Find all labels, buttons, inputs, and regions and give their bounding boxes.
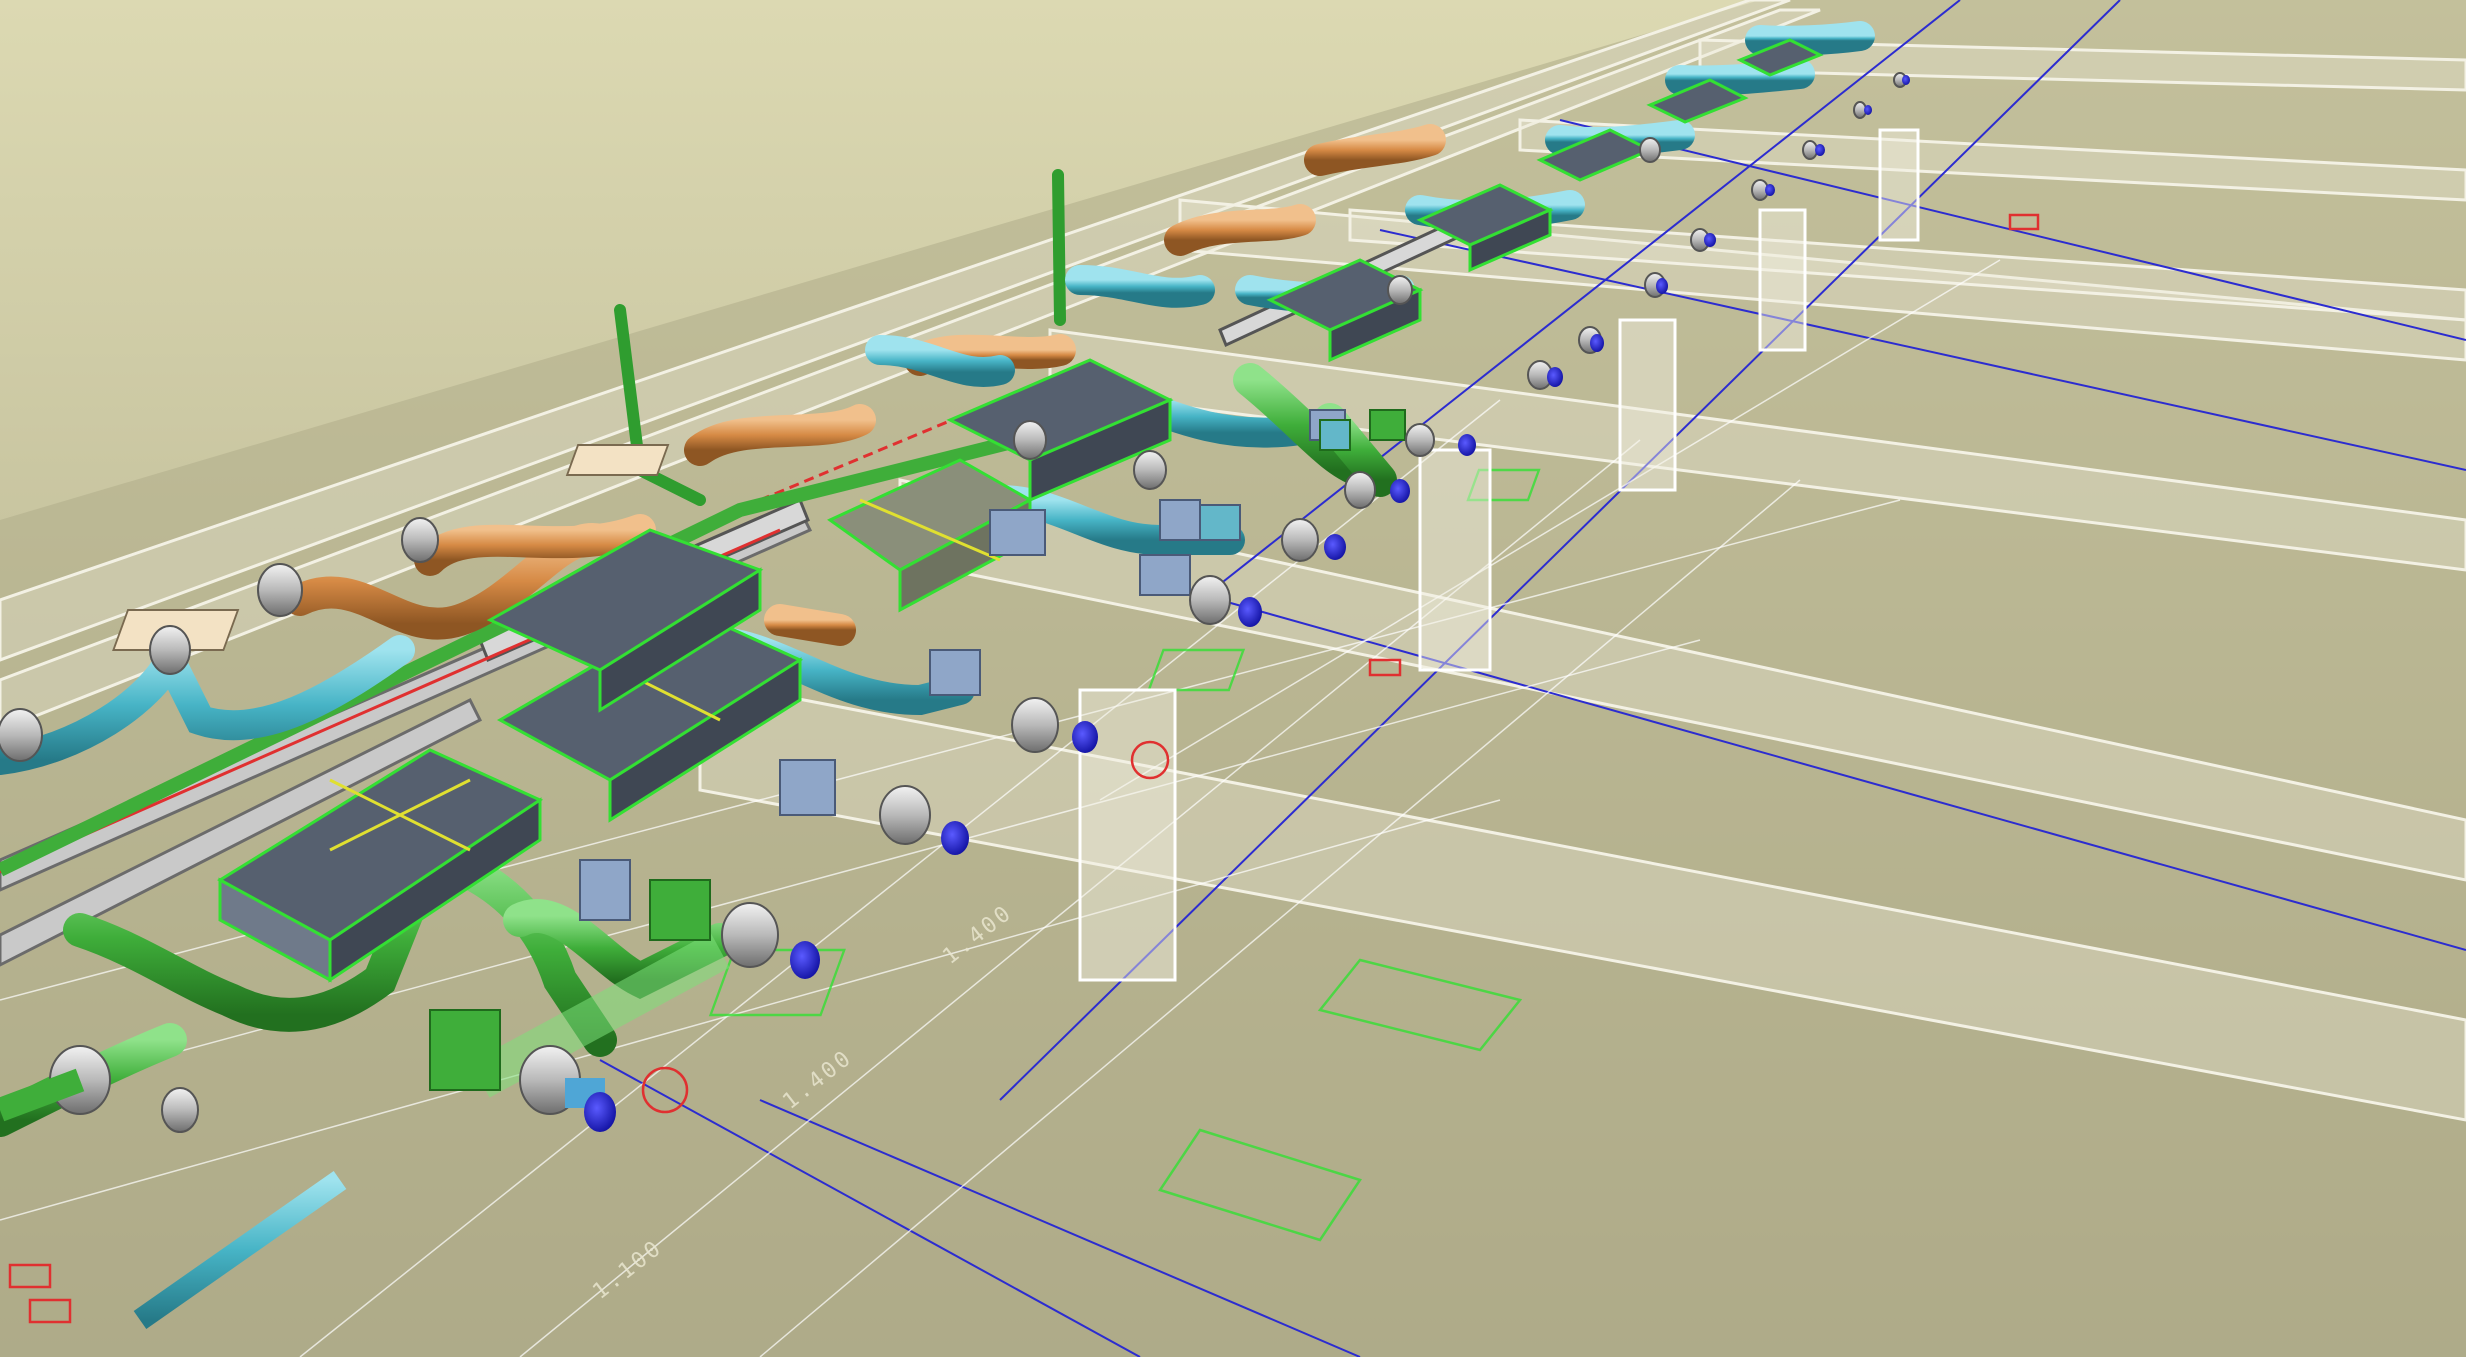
bim-3d-viewport[interactable]: 1.400 1.400 1.100: [0, 0, 2466, 1357]
mep-model-canvas[interactable]: 1.400 1.400 1.100: [0, 0, 2466, 1357]
